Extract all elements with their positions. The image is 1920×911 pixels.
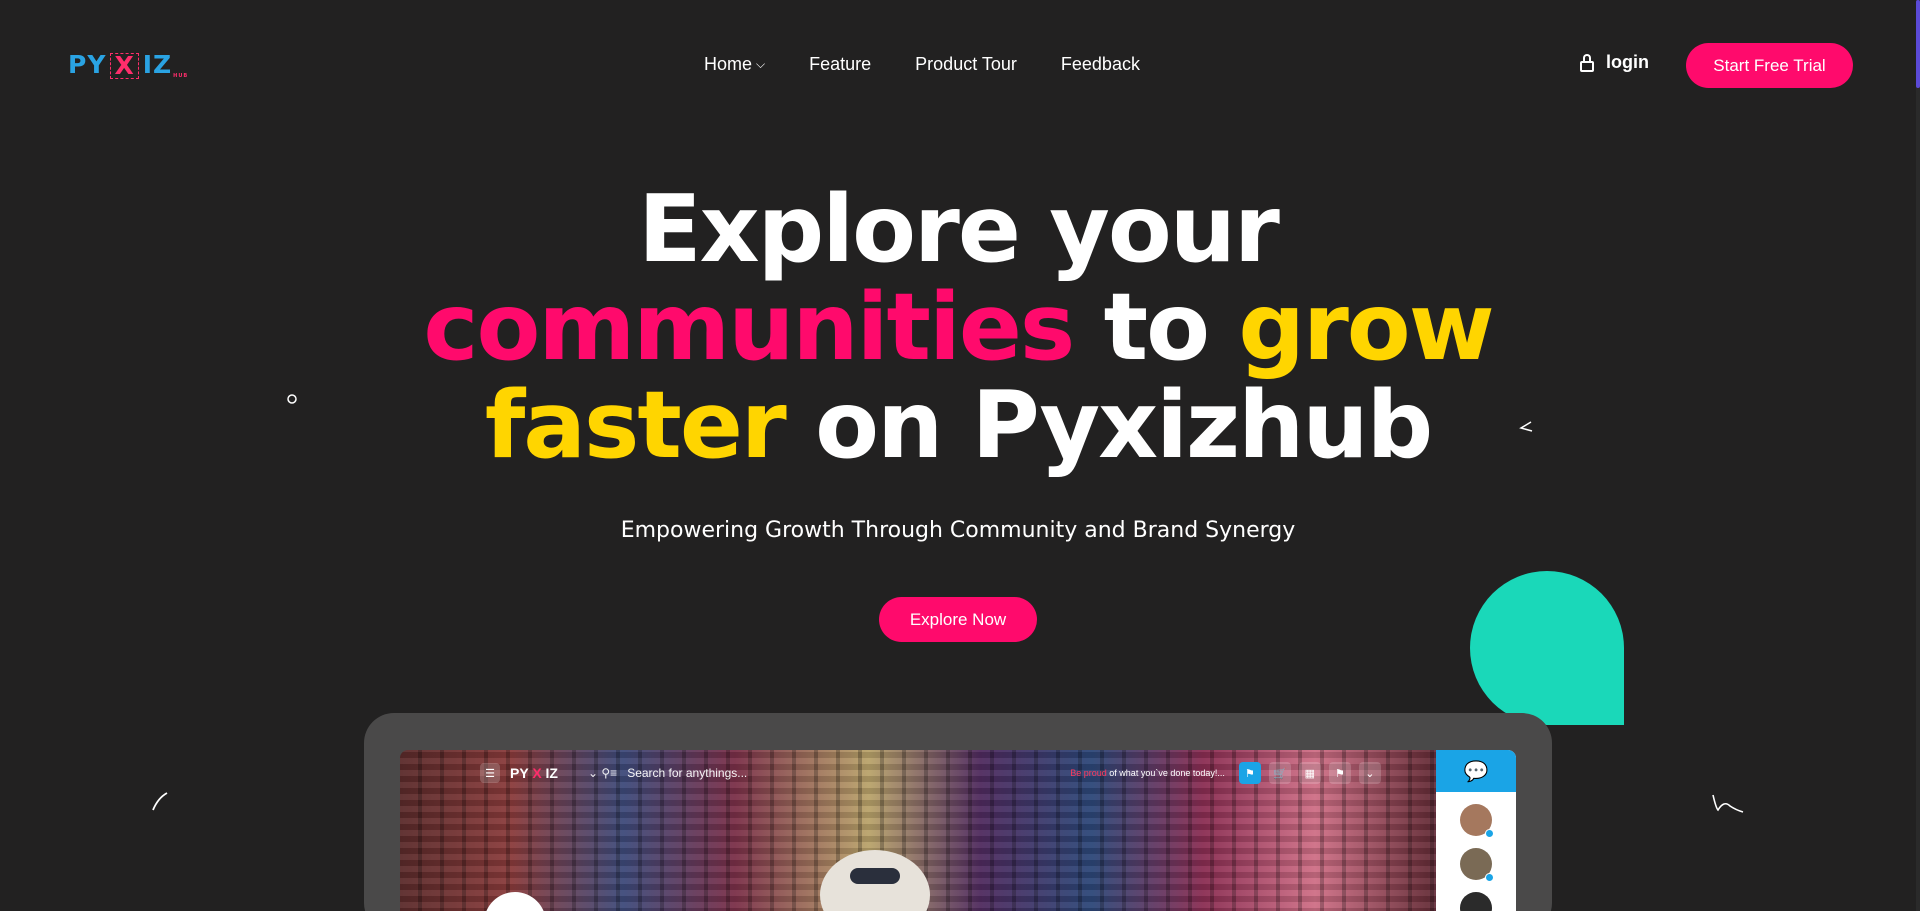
preview-status-highlight: Be proud (1070, 768, 1107, 778)
teal-decor-shape (1470, 571, 1624, 725)
nav-item-label: Home (704, 54, 753, 74)
hero-line-2: communities to grow (0, 278, 1916, 376)
login-label: login (1606, 52, 1649, 72)
preview-top-bar: ☰ PY X IZ ⌄ ⚲≡ Search for anythings... B… (480, 762, 1440, 784)
login-link[interactable]: login (1580, 52, 1649, 73)
scrollbar-thumb[interactable] (1916, 0, 1920, 88)
logo-sub: HUB (173, 73, 189, 79)
preview-icon-group: ⚑ 🛒 ▦ ⚑ ⌄ (1238, 762, 1381, 784)
chat-icon: 💬 (1436, 750, 1516, 792)
main-nav: Home ⌵ Feature Product Tour Feedback (704, 54, 1184, 75)
nav-item-label: Product Tour (915, 54, 1017, 74)
menu-icon: ☰ (480, 763, 500, 783)
hero-line-1: Explore your (638, 175, 1280, 283)
chevron-down-icon: ⌄ (1358, 762, 1381, 784)
start-free-trial-button[interactable]: Start Free Trial (1686, 43, 1853, 88)
hero-heading: Explore your communities to grow faster … (0, 180, 1916, 474)
page: PY X IZ HUB Home ⌵ Feature Product Tour … (0, 0, 1916, 911)
chevron-down-icon: ⌵ (756, 57, 766, 71)
side-avatar (1460, 892, 1492, 911)
nav-item-home[interactable]: Home ⌵ (704, 54, 765, 75)
logo-text-left: PY (68, 50, 107, 79)
nav-item-label: Feature (809, 54, 872, 74)
preview-avatar (484, 892, 546, 911)
preview-logo: PY X IZ (510, 765, 558, 781)
preview-logo-x: X (532, 765, 542, 781)
stroke-doodle-icon (152, 792, 168, 811)
side-avatar (1460, 848, 1494, 882)
app-preview-screen: ☰ PY X IZ ⌄ ⚲≡ Search for anythings... B… (400, 750, 1516, 911)
lock-icon (1580, 53, 1594, 72)
nav-item-feature[interactable]: Feature (809, 54, 871, 75)
hero-word-to: to (1073, 273, 1239, 381)
nav-item-label: Feedback (1060, 54, 1140, 74)
hero-subtitle: Empowering Growth Through Community and … (620, 518, 1296, 543)
search-icon: ⌄ ⚲≡ (588, 766, 618, 780)
hero-word-grow: grow (1238, 273, 1494, 381)
calendar-icon: ▦ (1298, 762, 1321, 784)
side-avatar (1460, 804, 1494, 838)
preview-status-rest: of what you`ve done today!... (1106, 768, 1225, 778)
cart-icon: 🛒 (1268, 762, 1291, 784)
preview-logo-left: PY (510, 765, 533, 781)
hero-word-communities: communities (423, 273, 1075, 381)
bell-icon: ⚑ (1328, 762, 1351, 784)
hat-band-detail (850, 868, 900, 884)
hero-line-3: faster on Pyxizhub (0, 376, 1916, 474)
hero-word-faster: faster (484, 371, 787, 479)
nav-item-feedback[interactable]: Feedback (1061, 54, 1140, 75)
scrollbar[interactable] (1916, 0, 1920, 911)
logo-text-x: X (110, 53, 139, 79)
squiggle-doodle-icon (1712, 794, 1744, 813)
preview-search-input: Search for anythings... (627, 766, 748, 780)
preview-status-text: Be proud of what you`ve done today!... (1070, 768, 1225, 778)
circle-doodle-icon (287, 394, 297, 404)
nav-item-product-tour[interactable]: Product Tour (915, 54, 1017, 75)
arrow-doodle-icon (1519, 421, 1533, 432)
flag-icon: ⚑ (1238, 762, 1261, 784)
preview-side-panel: 💬 (1436, 750, 1516, 911)
brand-logo[interactable]: PY X IZ HUB (68, 50, 188, 79)
logo-text-right: IZ (142, 50, 173, 79)
preview-logo-right: IZ (541, 765, 558, 781)
hero-word-on-pyxizhub: on Pyxizhub (784, 371, 1433, 479)
explore-now-button[interactable]: Explore Now (879, 597, 1037, 642)
